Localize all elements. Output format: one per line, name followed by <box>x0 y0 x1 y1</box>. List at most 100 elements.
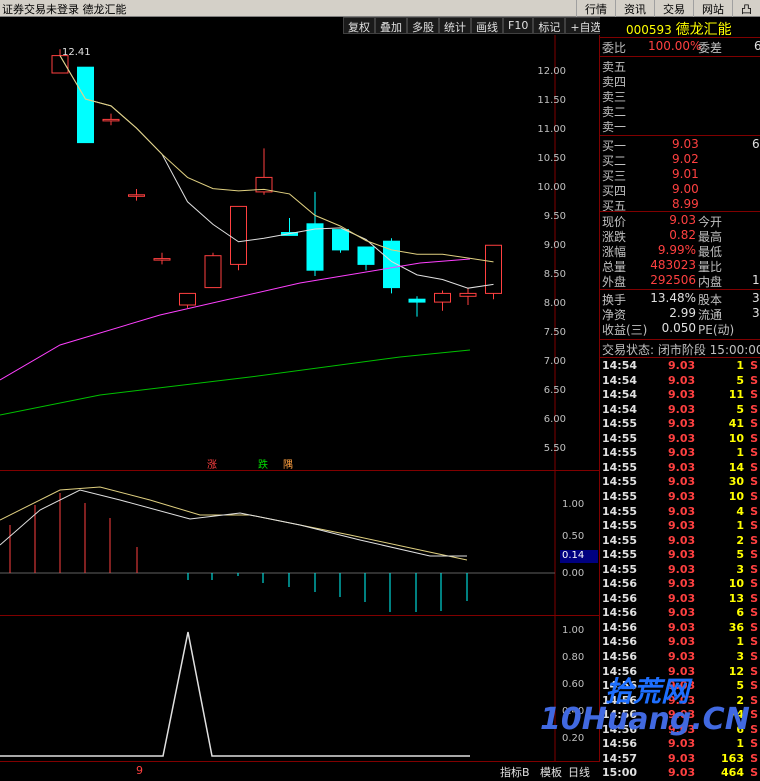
tick-time: 14:55 <box>602 562 638 576</box>
tab-daily[interactable]: 日线 <box>568 764 590 780</box>
menu-trade[interactable]: 交易 <box>654 0 693 17</box>
multi-stock-button[interactable]: 多股 <box>407 17 439 34</box>
tick-row: 14:55 9.03 1 S <box>602 519 758 533</box>
tick-row: 14:54 9.03 1 S <box>602 359 758 372</box>
top-menu: 行情 资讯 交易 网站 凸 <box>576 0 760 17</box>
price-axis-tick: 5.50 <box>543 443 566 454</box>
buy-level-label: 买一 <box>602 139 627 153</box>
kline-panel[interactable]: 12.41 12.00 11.50 11.00 10.50 10.00 9.50 9.00 8… <box>0 35 600 781</box>
stat-label: 涨幅 <box>602 245 627 259</box>
price-axis-tick: 8.50 <box>543 269 566 280</box>
sell-level-label: 卖四 <box>602 75 627 89</box>
stat-label: 外盘 <box>602 275 627 289</box>
tick-row: 14:56 9.03 6 S <box>602 606 758 620</box>
tick-time: 14:55 <box>602 519 638 533</box>
ind2-tick: 1.00 <box>562 625 585 636</box>
tab-indicator[interactable]: 指标B <box>500 764 530 780</box>
tick-volume: 3 <box>736 650 744 663</box>
tick-price: 9.03 <box>668 737 696 751</box>
stat-row: 净资 2.99 流通 3 <box>602 306 760 322</box>
diff-label: 委差 <box>698 41 723 55</box>
candle-body <box>332 229 349 251</box>
tick-price: 9.03 <box>668 460 696 474</box>
tick-time: 14:55 <box>602 460 638 474</box>
tick-time: 14:56 <box>602 577 638 591</box>
price-axis-tick: 7.50 <box>543 327 566 338</box>
price-axis-tick: 10.00 <box>537 182 566 193</box>
price-axis-tick: 9.00 <box>543 240 566 251</box>
tick-volume: 41 <box>728 417 744 431</box>
stat-value: 0.82 <box>669 228 696 242</box>
title-bar: 证券交易未登录 德龙汇能 行情 资讯 交易 网站 凸 <box>0 0 760 17</box>
candle-body <box>485 244 502 294</box>
f10-button[interactable]: F10 <box>503 17 534 34</box>
stat-label: 涨跌 <box>602 230 627 244</box>
ind2-tick: 0.60 <box>562 679 585 690</box>
menu-web[interactable]: 网站 <box>693 0 732 17</box>
tick-row: 15:00 9.03 464 S <box>602 766 758 780</box>
tick-time: 14:55 <box>602 533 638 547</box>
price-axis-tick: 9.50 <box>543 211 566 222</box>
tick-volume: 1 <box>736 446 744 460</box>
menu-news[interactable]: 资讯 <box>615 0 654 17</box>
tick-price: 9.03 <box>668 577 696 591</box>
order-ratio-row: 委比 100.00% 委差 6 <box>602 39 760 55</box>
tick-volume: 36 <box>728 620 744 634</box>
stock-header: 000593 德龙汇能 <box>626 19 732 38</box>
stat-row: 收益(三) 0.050 PE(动) <box>602 321 758 337</box>
stat-label: 收益(三) <box>602 323 648 337</box>
mark-button[interactable]: 标记 <box>533 17 566 34</box>
tick-volume: 13 <box>728 591 744 605</box>
tick-volume: 3 <box>736 562 744 576</box>
tick-price: 9.03 <box>668 475 696 489</box>
tick-time: 14:56 <box>602 606 638 620</box>
day-marker: 9 <box>136 764 143 777</box>
tick-price: 9.03 <box>668 548 696 562</box>
separator <box>0 470 600 471</box>
menu-quotes[interactable]: 行情 <box>576 0 615 17</box>
kline-svg <box>0 35 556 761</box>
price-axis-tick: 8.00 <box>543 298 566 309</box>
tick-volume: 2 <box>736 533 744 547</box>
tick-row: 14:56 9.03 36 S <box>602 620 758 634</box>
macd-dea-line <box>0 486 468 561</box>
bottom-tabs: 9 指标B 模板 日线 <box>0 761 600 781</box>
tick-price: 9.03 <box>668 388 696 402</box>
tab-template[interactable]: 模板 <box>540 764 562 780</box>
stat-value: 13.48% <box>650 291 696 305</box>
price-axis-tick: 6.00 <box>543 414 566 425</box>
divider <box>600 339 760 340</box>
buy-price: 9.02 <box>672 152 699 166</box>
tick-row: 14:55 9.03 30 S <box>602 475 758 489</box>
legend-up: 涨 <box>207 460 217 471</box>
tick-row: 14:55 9.03 3 S <box>602 562 758 576</box>
tick-volume: 5 <box>736 373 744 387</box>
tick-volume: 5 <box>736 548 744 562</box>
price-axis-tick: 6.50 <box>543 385 566 396</box>
sell-level-label: 卖三 <box>602 90 627 104</box>
menu-extra[interactable]: 凸 <box>732 0 760 17</box>
stat-value: 292506 <box>650 273 696 287</box>
tick-price: 9.03 <box>668 519 696 533</box>
stat-row: 总量 483023 量比 <box>602 258 758 274</box>
price-axis-tick: 11.00 <box>537 124 566 135</box>
window-title: 证券交易未登录 德龙汇能 <box>2 3 127 16</box>
tick-volume: 14 <box>728 460 744 474</box>
buy-price: 9.01 <box>672 167 699 181</box>
tick-volume: 5 <box>736 679 744 693</box>
tick-price: 9.03 <box>668 504 696 518</box>
stat-value2: 3 <box>752 291 760 305</box>
ratio-value: 100.00% <box>648 39 702 53</box>
overlay-button[interactable]: 叠加 <box>375 17 407 34</box>
draw-line-button[interactable]: 画线 <box>471 17 503 34</box>
divider <box>600 289 760 290</box>
moving-average-line <box>59 55 494 289</box>
tick-time: 14:55 <box>602 548 638 562</box>
tick-volume: 464 <box>721 766 744 780</box>
tick-price: 9.03 <box>668 417 696 431</box>
statistics-button[interactable]: 统计 <box>439 17 471 34</box>
sell-level-row: 卖五 <box>602 58 626 74</box>
tick-price: 9.03 <box>668 751 696 765</box>
high-price-label: 12.41 <box>62 47 91 58</box>
restore-rights-button[interactable]: 复权 <box>343 17 375 34</box>
